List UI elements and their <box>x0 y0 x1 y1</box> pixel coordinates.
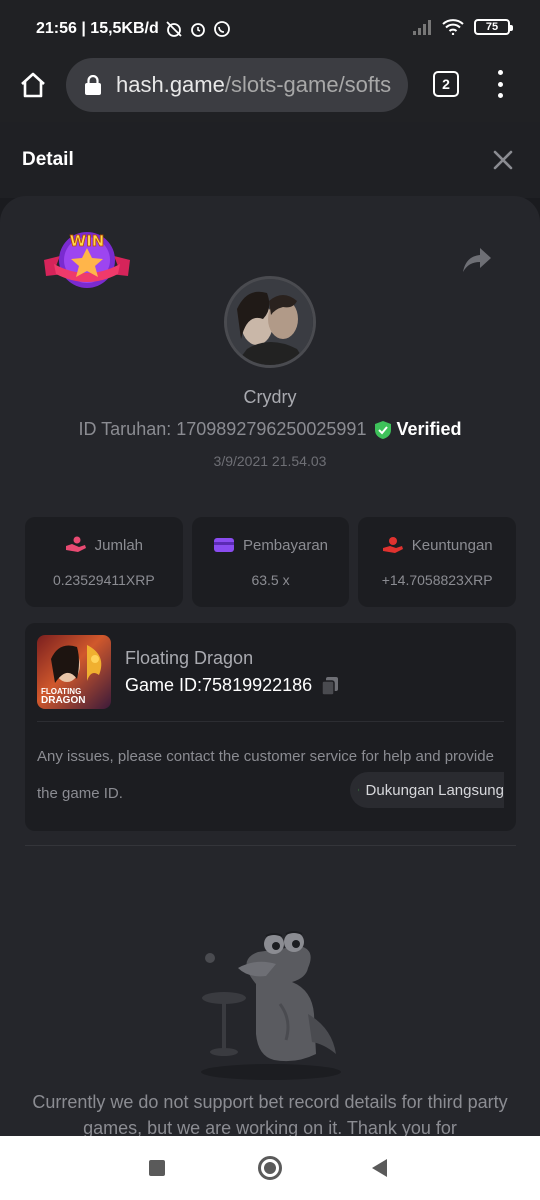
stat-card-amount: Jumlah 0.23529411XRP <box>25 517 183 607</box>
battery-level: 75 <box>485 21 499 33</box>
player-name: Crydry <box>243 387 297 407</box>
stat-value-payout: 63.5 x <box>251 572 290 588</box>
signal-icon <box>413 20 431 35</box>
status-bar: 21:56 | 15,5KB/d 75 <box>0 0 540 58</box>
game-id-value: 75819922186 <box>202 675 313 695</box>
recent-apps-icon[interactable] <box>149 1160 165 1176</box>
stat-label-profit: Keuntungan <box>411 536 493 554</box>
live-support-label: Dukungan Langsung <box>365 781 504 799</box>
alarm-off-icon <box>166 21 182 37</box>
empty-state-message: Currently we do not support bet record d… <box>32 1092 508 1136</box>
url-text: hash.game/slots-game/softs <box>116 72 391 98</box>
status-left: 21:56 | 15,5KB/d <box>36 20 231 38</box>
bet-id-label: ID Taruhan: <box>78 419 172 439</box>
win-badge-text: WIN <box>70 232 105 250</box>
share-icon[interactable] <box>462 246 492 274</box>
alarm-icon <box>190 23 205 37</box>
status-time: 21:56 | 15,5KB/d <box>36 20 159 37</box>
verified-badge: Verified <box>374 419 462 440</box>
bet-id-row: ID Taruhan: 1709892796250025991 Verified <box>0 419 540 440</box>
browser-toolbar: hash.game/slots-game/softs 2 <box>0 58 540 122</box>
profit-hand-icon <box>382 537 403 553</box>
url-host: hash.game <box>116 72 225 97</box>
live-support-button[interactable]: Dukungan Langsung <box>350 772 504 808</box>
tab-count: 2 <box>442 76 450 92</box>
game-card: FLOATING DRAGON Floating Dragon Game ID:7… <box>25 623 516 831</box>
verified-label: Verified <box>396 419 462 439</box>
wifi-icon <box>442 19 464 35</box>
bet-id-value: 1709892796250025991 <box>176 419 367 439</box>
home-nav-icon[interactable] <box>258 1156 282 1180</box>
bet-stats: Jumlah 0.23529411XRP Pembayaran 63.5 x K… <box>25 517 517 607</box>
copy-icon[interactable] <box>320 676 340 696</box>
status-right: 75 <box>412 19 513 35</box>
win-badge-icon: WIN <box>44 232 130 288</box>
crocodile-mascot-icon <box>201 931 341 1080</box>
url-path: /slots-game/softs <box>224 72 392 97</box>
game-id-label: Game ID: <box>125 675 203 695</box>
lock-icon <box>85 75 101 95</box>
system-nav-bar <box>0 1136 540 1200</box>
back-icon[interactable] <box>372 1159 387 1177</box>
whatsapp-icon <box>213 21 230 37</box>
stat-label-amount: Jumlah <box>94 536 144 554</box>
avatar-image <box>227 279 313 365</box>
home-icon[interactable] <box>18 70 48 100</box>
more-menu-icon[interactable] <box>496 70 504 98</box>
game-thumb-title: FLOATING DRAGON <box>41 687 86 706</box>
bet-id-text: ID Taruhan: 1709892796250025991 <box>79 419 367 440</box>
game-id-text: Game ID:75819922186 <box>125 675 312 696</box>
stat-value-amount: 0.23529411XRP <box>52 572 155 588</box>
game-id-row: Game ID:75819922186 <box>125 675 340 696</box>
stat-value-profit: +14.7058823XRP <box>381 572 493 588</box>
game-name: Floating Dragon <box>125 648 254 668</box>
section-divider <box>25 845 516 846</box>
close-icon[interactable] <box>492 149 514 171</box>
game-thumb-line2: DRAGON <box>41 695 86 706</box>
bet-detail-panel: WIN Crydry ID Taruhan: 17098927962500259… <box>0 196 540 1136</box>
address-bar[interactable]: hash.game/slots-game/softs <box>66 58 408 112</box>
wallet-icon <box>213 538 234 552</box>
stat-card-payout: Pembayaran 63.5 x <box>191 517 350 607</box>
stat-label-payout: Pembayaran <box>242 536 329 554</box>
game-card-divider <box>37 721 504 722</box>
battery-icon: 75 <box>474 19 513 35</box>
bet-hand-icon <box>65 536 86 552</box>
tab-switcher-button[interactable]: 2 <box>433 71 459 97</box>
verified-shield-icon <box>375 420 392 439</box>
stat-card-profit: Keuntungan +14.7058823XRP <box>358 517 517 607</box>
leaf-icon <box>358 788 359 792</box>
page-title: Detail <box>22 149 74 170</box>
avatar <box>224 276 316 368</box>
game-thumbnail[interactable]: FLOATING DRAGON <box>37 635 111 709</box>
bet-date: 3/9/2021 21.54.03 <box>213 453 327 469</box>
detail-header: Detail <box>0 122 540 198</box>
